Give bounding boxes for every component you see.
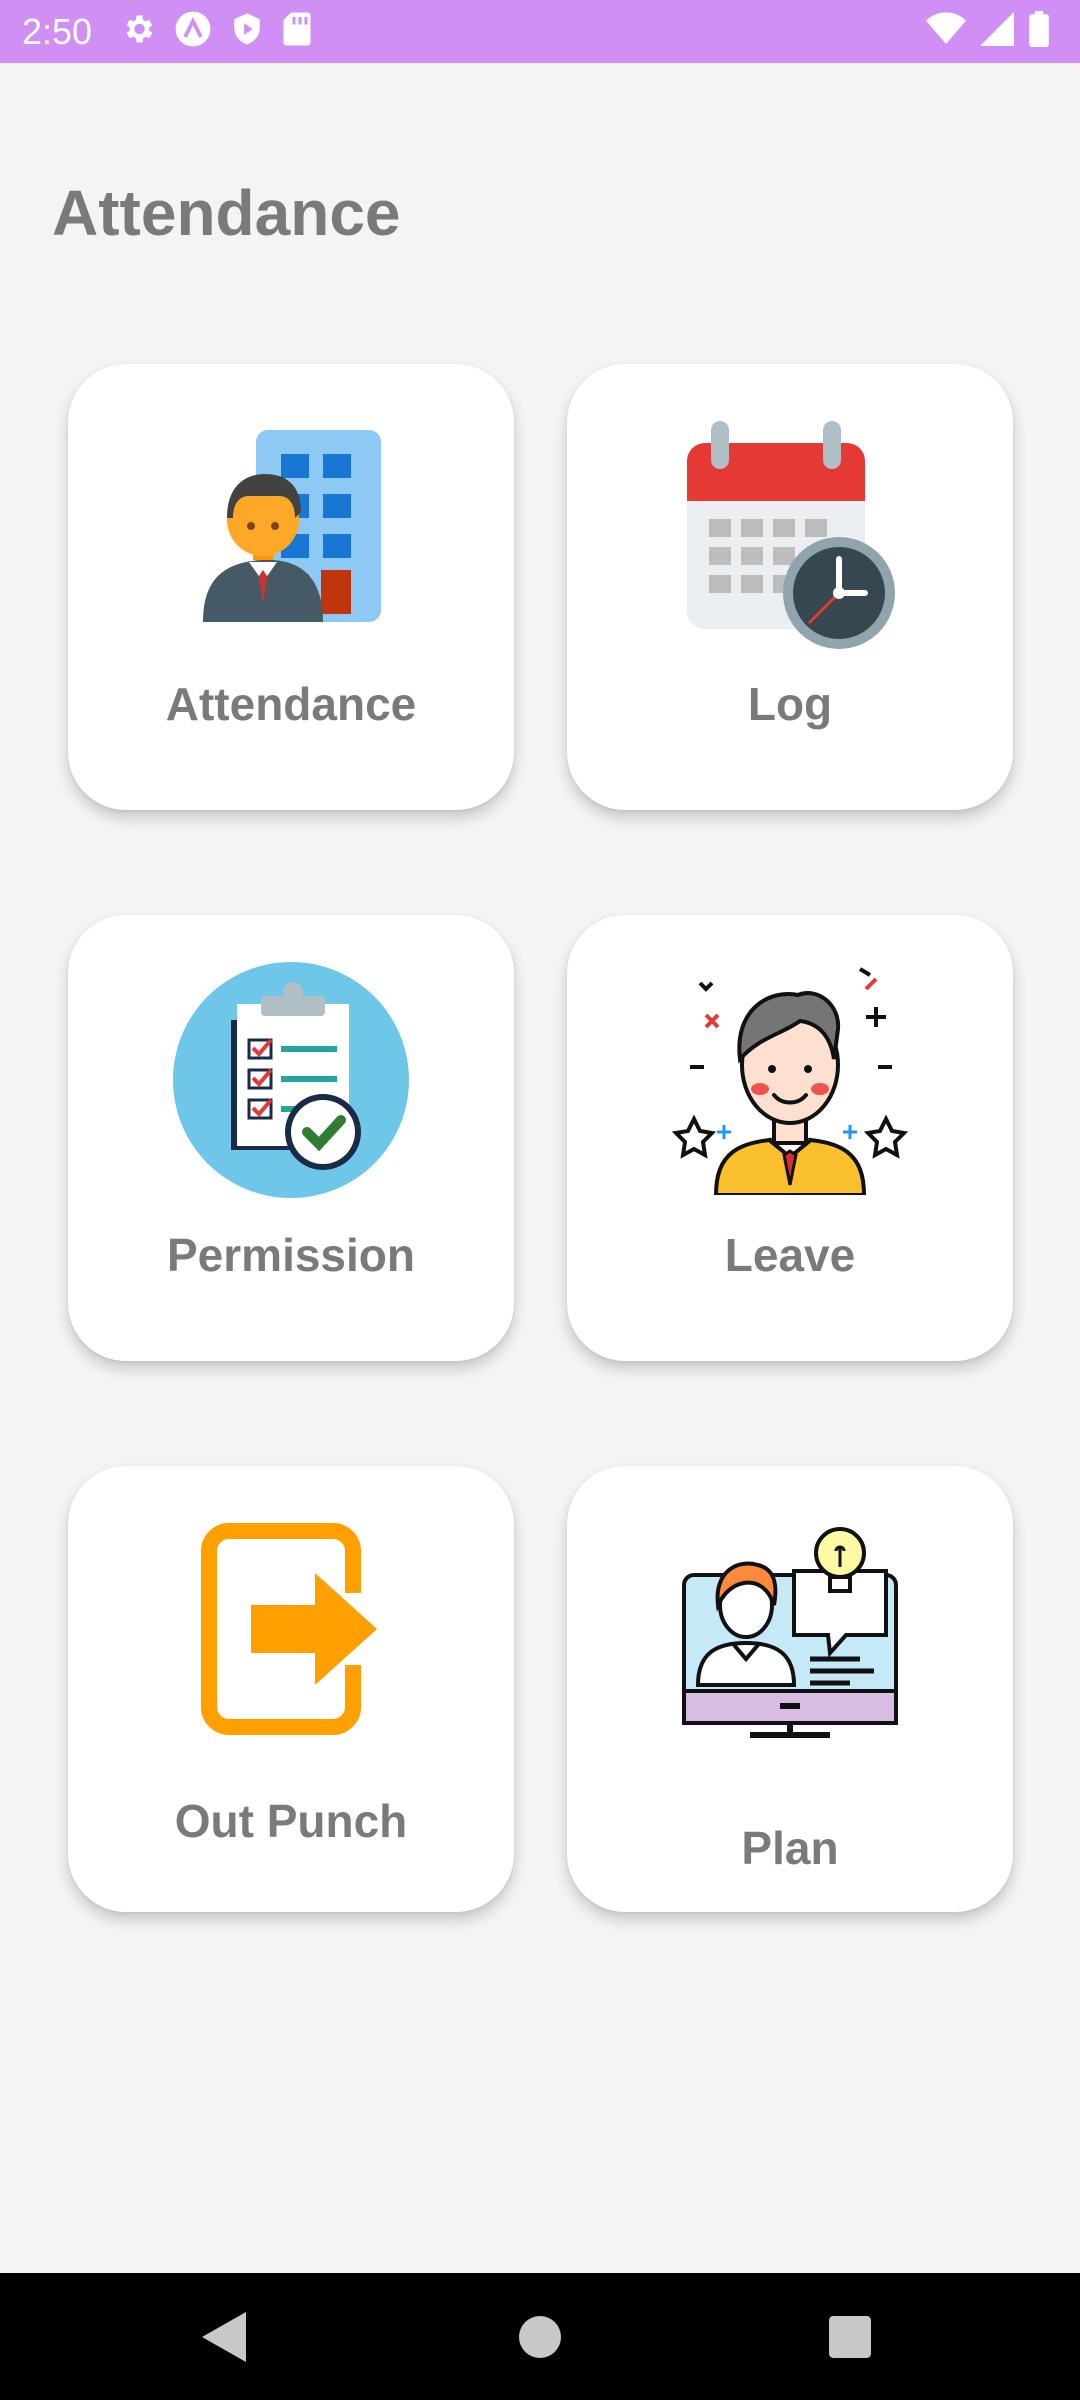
- status-time: 2:50: [22, 10, 93, 52]
- sd-card-icon: [282, 11, 312, 52]
- computer-idea-icon: [567, 1521, 1013, 1741]
- play-protect-icon: [230, 11, 264, 52]
- exit-arrow-icon: [68, 1523, 514, 1735]
- plan-card-label: Plan: [741, 1822, 839, 1874]
- leave-card[interactable]: Leave: [567, 915, 1013, 1361]
- out-punch-card[interactable]: Out Punch: [68, 1466, 514, 1912]
- page-title: Attendance: [52, 177, 401, 249]
- permission-card[interactable]: Permission: [68, 915, 514, 1361]
- office-employee-icon: [68, 422, 514, 622]
- gear-icon: [120, 11, 156, 52]
- happy-employee-icon: [567, 955, 1013, 1195]
- back-icon[interactable]: [164, 2273, 284, 2400]
- attendance-card-label: Attendance: [165, 678, 417, 730]
- log-card-label: Log: [747, 678, 833, 730]
- home-icon[interactable]: [480, 2273, 600, 2400]
- status-bar: 2:50: [0, 0, 1080, 63]
- plan-card[interactable]: Plan: [567, 1466, 1013, 1912]
- out-punch-card-label: Out Punch: [174, 1795, 408, 1847]
- log-card[interactable]: Log: [567, 364, 1013, 810]
- app-a-icon: [174, 10, 212, 53]
- leave-card-label: Leave: [724, 1229, 856, 1281]
- clipboard-check-icon: [68, 960, 514, 1200]
- signal-icon: [980, 12, 1014, 51]
- wifi-icon: [926, 12, 966, 51]
- recents-icon[interactable]: [790, 2273, 910, 2400]
- attendance-card[interactable]: Attendance: [68, 364, 514, 810]
- battery-icon: [1028, 11, 1050, 52]
- calendar-clock-icon: [567, 419, 1013, 649]
- permission-card-label: Permission: [167, 1229, 415, 1281]
- navigation-bar: [0, 2273, 1080, 2400]
